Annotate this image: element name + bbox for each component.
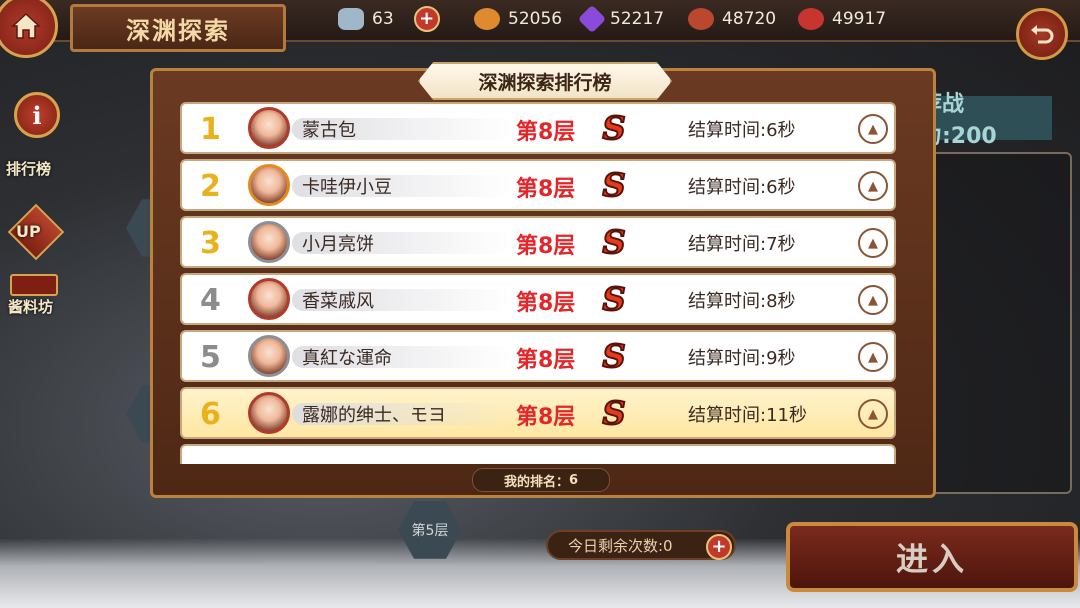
player-name: 香菜戚风 — [302, 291, 374, 312]
recommended-power: 荐战力:200 — [920, 92, 1052, 149]
remaining-attempts-label: 今日剩余次数:0 — [568, 536, 673, 555]
leaderboard-row[interactable]: 5 真紅な運命 第8层 S 结算时间:9秒 ▲ — [180, 330, 896, 382]
my-rank: 我的排名： 6 — [472, 468, 610, 492]
rank-number: 4 — [200, 283, 221, 318]
leaderboard-title: 深渊探索排行榜 — [418, 62, 672, 100]
leaderboard-list[interactable]: 1 蒙古包 第8层 S 结算时间:6秒 ▲ 2 卡哇伊小豆 第8层 S 结算时间:6秒 ▲ 3 小月亮饼第… — [176, 100, 904, 464]
resource-value: 52217 — [610, 9, 665, 29]
potion-icon — [474, 8, 500, 30]
leaderboard-row[interactable]: 2 卡哇伊小豆 第8层 S 结算时间:6秒 ▲ — [180, 159, 896, 211]
player-name: 露娜的绅士、モヨ — [302, 405, 446, 426]
resource-value: 49917 — [832, 9, 887, 29]
settle-time: 结算时间:8秒 — [688, 291, 796, 312]
floor-hex-label: 第5层 — [411, 523, 449, 539]
player-avatar[interactable] — [248, 107, 290, 149]
remaining-attempts: 今日剩余次数:0 + — [546, 530, 736, 560]
my-rank-value: 6 — [568, 472, 579, 488]
settle-time: 结算时间:9秒 — [688, 348, 796, 369]
grade-s-icon: S — [601, 394, 626, 432]
player-name: 小月亮饼 — [302, 234, 374, 255]
floor-reached: 第8层 — [516, 120, 576, 145]
resource-potion: 52056 — [474, 6, 562, 32]
back-button[interactable] — [1016, 8, 1068, 60]
gem-icon — [577, 4, 607, 34]
grade-s-icon: S — [601, 109, 626, 147]
settle-time: 结算时间:6秒 — [688, 177, 796, 198]
pot-icon — [798, 8, 824, 30]
settle-time: 结算时间:11秒 — [688, 405, 807, 426]
rank-number: 5 — [200, 340, 221, 375]
settle-time: 结算时间:6秒 — [688, 120, 796, 141]
rank-number: 2 — [200, 169, 221, 204]
expand-arrow-icon[interactable]: ▲ — [858, 114, 888, 144]
resource-value: 52056 — [508, 9, 563, 29]
grade-s-icon: S — [601, 166, 626, 204]
expand-arrow-icon[interactable]: ▲ — [858, 171, 888, 201]
expand-arrow-icon[interactable]: ▲ — [858, 228, 888, 258]
player-name: 卡哇伊小豆 — [302, 177, 392, 198]
meat-icon — [688, 8, 714, 30]
resource-gem: 52217 — [577, 4, 665, 34]
home-icon — [11, 12, 41, 39]
sauce-icon — [10, 274, 58, 296]
resource-pot: 49917 — [798, 6, 886, 32]
player-avatar[interactable] — [248, 392, 290, 434]
floor-info-panel — [918, 152, 1072, 494]
resource-crystal: 63 + — [338, 6, 440, 32]
rank-number: 3 — [200, 226, 221, 261]
enter-button[interactable]: 进入 — [786, 522, 1078, 592]
leaderboard-row[interactable]: 6 露娜的绅士、モヨ 第8层 S 结算时间:11秒 ▲ — [180, 387, 896, 439]
grade-s-icon: S — [601, 337, 626, 375]
leaderboard-row[interactable]: 4 香菜戚风 第8层 S 结算时间:8秒 ▲ — [180, 273, 896, 325]
rank-number: 1 — [200, 112, 221, 147]
add-attempts-button[interactable]: + — [706, 534, 732, 560]
expand-arrow-icon[interactable]: ▲ — [858, 342, 888, 372]
leaderboard-row[interactable]: 3 小月亮饼 第8层 S 结算时间:7秒 ▲ — [180, 216, 896, 268]
player-avatar[interactable] — [248, 164, 290, 206]
settle-time: 结算时间:7秒 — [688, 234, 796, 255]
info-button[interactable]: i — [14, 92, 60, 138]
floor-reached: 第8层 — [516, 291, 576, 316]
leaderboard-row[interactable]: 1 蒙古包 第8层 S 结算时间:6秒 ▲ — [180, 102, 896, 154]
page-title: 深渊探索 — [70, 4, 286, 52]
floor-reached: 第8层 — [516, 177, 576, 202]
ranking-button[interactable]: 排行榜 — [6, 158, 51, 179]
floor-reached: 第8层 — [516, 234, 576, 259]
resource-meat: 48720 — [688, 6, 776, 32]
upgrade-button[interactable]: UP — [16, 222, 41, 241]
grade-s-icon: S — [601, 223, 626, 261]
resource-value: 48720 — [722, 9, 777, 29]
floor-reached: 第8层 — [516, 405, 576, 430]
rank-number: 6 — [200, 397, 221, 432]
player-avatar[interactable] — [248, 335, 290, 377]
add-crystal-button[interactable]: + — [413, 6, 440, 32]
player-name: 真紅な運命 — [302, 348, 392, 369]
grade-s-icon: S — [601, 280, 626, 318]
resource-value: 63 — [372, 9, 394, 29]
crystal-icon — [338, 8, 364, 30]
my-rank-label: 我的排名： — [503, 474, 569, 490]
player-avatar[interactable] — [248, 221, 290, 263]
player-name: 蒙古包 — [302, 120, 356, 141]
expand-arrow-icon[interactable]: ▲ — [858, 399, 888, 429]
player-avatar[interactable] — [248, 278, 290, 320]
materials-button[interactable]: 酱料坊 — [8, 296, 53, 317]
return-icon — [1031, 25, 1054, 44]
leaderboard-row-partial[interactable] — [180, 444, 896, 464]
floor-reached: 第8层 — [516, 348, 576, 373]
expand-arrow-icon[interactable]: ▲ — [858, 285, 888, 315]
